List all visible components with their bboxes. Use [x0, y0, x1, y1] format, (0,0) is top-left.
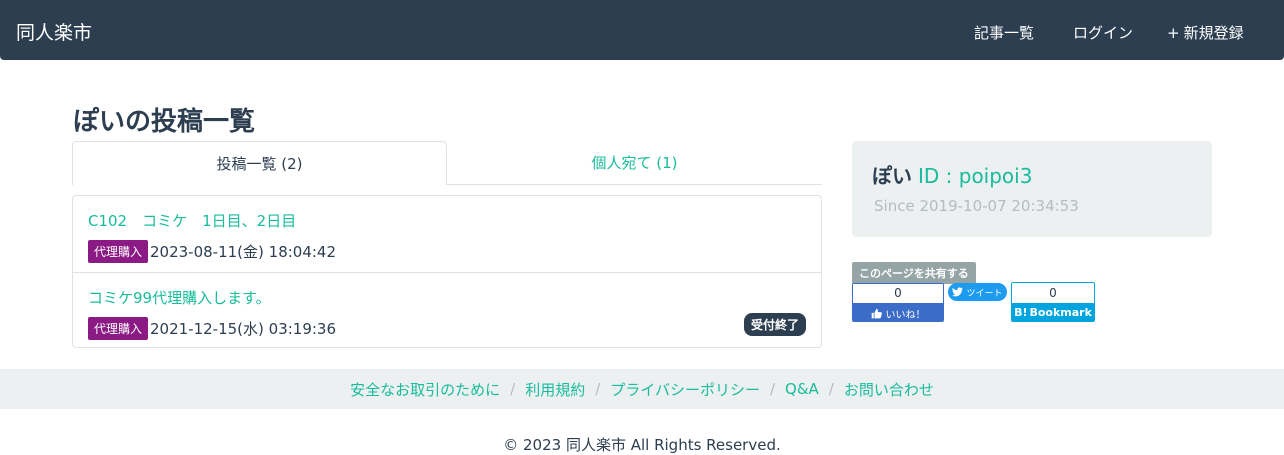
category-badge: 代理購入	[88, 317, 149, 340]
tab-posts[interactable]: 投稿一覧 (2)	[72, 141, 447, 185]
post-title-link[interactable]: コミケ99代理購入します。	[88, 287, 271, 308]
facebook-like-label: いいね！	[885, 309, 926, 321]
footer-link-privacy[interactable]: プライバシーポリシー	[610, 379, 760, 400]
tweet-button[interactable]: ツイート	[948, 283, 1007, 301]
hatena-b-icon: B!	[1014, 306, 1028, 319]
post-title-link[interactable]: C102 コミケ 1日目、2日目	[88, 210, 296, 231]
profile-id: ID : poipoi3	[918, 164, 1033, 188]
footer-link-terms[interactable]: 利用規約	[525, 379, 585, 400]
thumbs-up-icon	[871, 308, 882, 318]
facebook-like-button[interactable]: 0 いいね！	[852, 283, 944, 322]
brand-logo-link[interactable]: 同人楽市	[16, 18, 92, 45]
list-item[interactable]: コミケ99代理購入します。 代理購入 2021-12-15(水) 03:19:3…	[73, 272, 821, 348]
post-list: C102 コミケ 1日目、2日目 代理購入 2023-08-11(金) 18:0…	[72, 195, 822, 348]
facebook-like-bar: いいね！	[853, 303, 943, 321]
profile-name: ぽい	[872, 164, 912, 188]
hatena-bookmark-button[interactable]: 0 B! Bookmark	[1011, 282, 1095, 322]
nav-link-label: 記事一覧	[974, 24, 1035, 42]
nav-link-login[interactable]: ログイン	[1069, 22, 1133, 43]
footer-link-faq[interactable]: Q&A	[785, 380, 819, 398]
nav-link-label: 新規登録	[1183, 24, 1244, 42]
facebook-count: 0	[853, 284, 943, 303]
post-date: 2023-08-11(金) 18:04:42	[150, 243, 337, 261]
hatena-count: 0	[1012, 283, 1094, 303]
page-title: ぽいの投稿一覧	[73, 107, 256, 137]
category-badge: 代理購入	[88, 240, 149, 263]
plus-icon: +	[1167, 23, 1180, 42]
hatena-bookmark-label: Bookmark	[1029, 306, 1092, 319]
nav-link-label: ログイン	[1073, 24, 1134, 42]
status-badge: 受付終了	[743, 313, 806, 336]
since-text: Since 2019-10-07 20:34:53	[874, 197, 1079, 215]
profile-card: ぽい ID : poipoi3 Since 2019-10-07 20:34:5…	[852, 141, 1212, 237]
copyright: © 2023 同人楽市 All Rights Reserved.	[503, 436, 781, 454]
navbar: 同人楽市 記事一覧 ログイン + 新規登録	[0, 0, 1284, 60]
tab-personal[interactable]: 個人宛て (1)	[447, 141, 822, 185]
footer-separator: /	[510, 380, 516, 398]
nav-link-register[interactable]: + 新規登録	[1167, 22, 1244, 43]
tweet-label: ツイート	[966, 288, 1003, 299]
nav-link-articles[interactable]: 記事一覧	[970, 22, 1034, 43]
profile-header: ぽい ID : poipoi3	[872, 160, 1032, 189]
hatena-bar: B! Bookmark	[1012, 303, 1094, 321]
twitter-bird-icon	[952, 287, 964, 297]
post-date: 2021-12-15(水) 03:19:36	[150, 320, 337, 338]
footer-link-contact[interactable]: お問い合わせ	[844, 379, 934, 400]
profile-since: Since 2019-10-07 20:34:53	[872, 197, 1079, 215]
list-item[interactable]: C102 コミケ 1日目、2日目 代理購入 2023-08-11(金) 18:0…	[73, 196, 821, 272]
footer-links: 安全なお取引のために / 利用規約 / プライバシーポリシー / Q&A / お…	[0, 369, 1284, 409]
footer-separator: /	[828, 380, 834, 398]
share-label: このページを共有する	[852, 262, 976, 284]
footer-separator: /	[595, 380, 601, 398]
footer-link-safety[interactable]: 安全なお取引のために	[350, 379, 500, 400]
footer-separator: /	[769, 380, 776, 398]
